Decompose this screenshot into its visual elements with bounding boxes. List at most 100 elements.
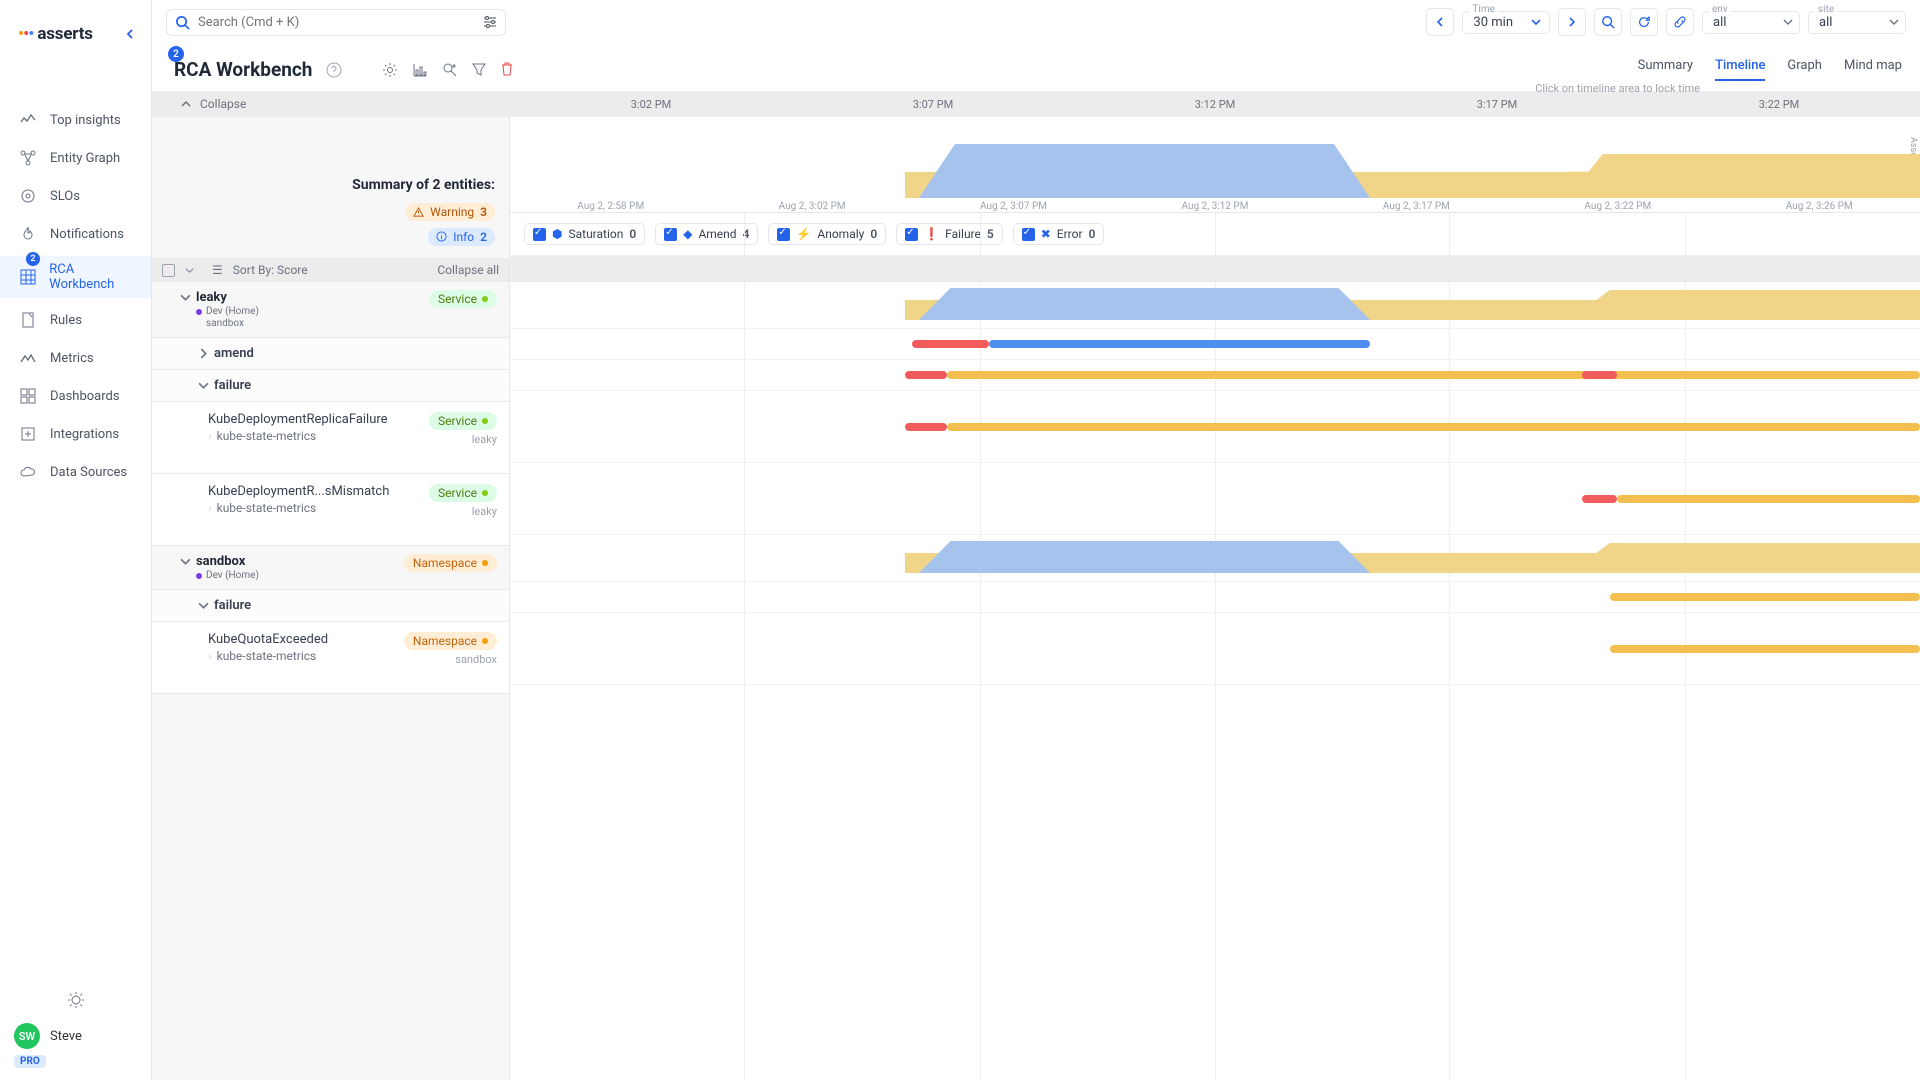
grid-icon [18,267,37,287]
filter-saturation[interactable]: ⬢Saturation0 [524,223,645,245]
track-leaky[interactable] [510,282,1920,329]
user-name: Steve [50,1029,82,1044]
select-all-checkbox[interactable] [162,264,175,277]
nav-metrics[interactable]: Metrics [0,342,151,374]
nav-rca-workbench[interactable]: 2RCA Workbench [0,256,151,298]
tab-mindmap[interactable]: Mind map [1844,58,1902,81]
sort-icon[interactable]: ☰ [212,263,223,277]
nav-label: RCA Workbench [49,262,139,292]
category-amend[interactable]: amend [152,338,509,370]
timeline-panel[interactable]: Asserts Score Aug 2, 2:58 PMAug 2, 3:02 … [510,117,1920,1080]
sort-label[interactable]: Sort By: Score [233,263,308,277]
chevron-down-icon[interactable] [185,266,194,275]
time-range-select[interactable]: Time 30 min [1462,11,1550,34]
theme-toggle[interactable] [67,991,85,1009]
sliders-icon[interactable] [483,15,497,29]
env-select[interactable]: envall [1702,11,1800,34]
settings-icon[interactable] [382,62,398,78]
track-amend[interactable] [510,329,1920,360]
chevron-down-icon[interactable] [180,556,196,567]
collapse-all-button[interactable]: Collapse all [437,263,499,277]
nav-data-sources[interactable]: Data Sources [0,456,151,488]
nav-label: Metrics [50,351,94,366]
chevron-down-icon[interactable] [180,292,196,303]
filter-error[interactable]: ✖Error0 [1013,223,1105,245]
time-prev-button[interactable] [1426,8,1454,36]
alert-row[interactable]: KubeDeploymentR...sMismatch›kube-state-m… [152,474,509,546]
entity-row-sandbox[interactable]: sandbox Dev (Home) Namespace [152,546,509,590]
primary-nav: Top insights Entity Graph SLOs Notificat… [0,60,151,973]
entity-row-leaky[interactable]: leaky Dev (Home) sandbox Service [152,282,509,338]
sort-row: ☰ Sort By: Score Collapse all [152,258,509,282]
nav-integrations[interactable]: Integrations [0,418,151,450]
nav-label: Data Sources [50,465,127,480]
track-alert[interactable] [510,463,1920,535]
spark-icon [18,110,38,130]
nav-slos[interactable]: SLOs [0,180,151,212]
time-next-button[interactable] [1558,8,1586,36]
inspect-icon[interactable] [442,62,458,78]
nav-label: Notifications [50,227,124,242]
track-alert[interactable] [510,391,1920,463]
entity-panel: Summary of 2 entities: Warning3 Info2 ☰ … [152,117,510,1080]
plan-badge: PRO [14,1055,46,1068]
cloud-icon [18,462,38,482]
search-icon [175,15,190,30]
nav-dashboards[interactable]: Dashboards [0,380,151,412]
nav-top-insights[interactable]: Top insights [0,104,151,136]
time-value: 30 min [1473,15,1513,30]
category-failure[interactable]: failure [152,590,509,622]
site-select[interactable]: siteall [1808,11,1906,34]
page-title: 2 RCA Workbench [174,58,312,81]
track-sandbox[interactable] [510,535,1920,582]
search-input[interactable] [198,15,475,30]
warning-pill[interactable]: Warning3 [405,203,495,221]
brand-logo: ••• asserts [18,24,93,44]
nav-notifications[interactable]: Notifications [0,218,151,250]
refresh-button[interactable] [1630,8,1658,36]
link-button[interactable] [1666,8,1694,36]
doc-icon [18,310,38,330]
plus-box-icon [18,424,38,444]
sidebar-collapse-button[interactable] [121,25,139,43]
filter-amend[interactable]: ◆Amend4 [655,223,758,245]
help-icon[interactable] [326,62,342,78]
track-failure[interactable] [510,582,1920,613]
track-failure[interactable] [510,360,1920,391]
tab-summary[interactable]: Summary [1638,58,1693,81]
line-icon [18,348,38,368]
filter-icon[interactable] [472,62,486,78]
user-menu[interactable]: SW Steve [14,1023,137,1049]
filter-chips: ⬢Saturation0 ◆Amend4 ⚡Anomaly0 ❗Failure5… [510,213,1920,256]
alert-row[interactable]: KubeDeploymentReplicaFailure›kube-state-… [152,402,509,474]
alert-row[interactable]: KubeQuotaExceeded›kube-state-metrics Nam… [152,622,509,694]
nav-rules[interactable]: Rules [0,304,151,336]
filter-anomaly[interactable]: ⚡Anomaly0 [768,223,886,245]
sidebar: ••• asserts Top insights Entity Graph SL… [0,0,152,1080]
namespace-chip: Namespace [404,554,497,572]
search-box[interactable] [166,9,506,36]
delete-icon[interactable] [500,62,514,78]
nav-entity-graph[interactable]: Entity Graph [0,142,151,174]
avatar: SW [14,1023,40,1049]
overview-chart[interactable]: Asserts Score Aug 2, 2:58 PMAug 2, 3:02 … [510,117,1920,213]
collapse-label[interactable]: Collapse [200,97,246,111]
chart-icon[interactable] [412,62,428,78]
nav-label: Entity Graph [50,151,120,166]
tab-graph[interactable]: Graph [1787,58,1822,81]
chevron-down-icon [1531,17,1541,27]
graph-icon [18,148,38,168]
info-pill[interactable]: Info2 [428,228,495,246]
target-icon [18,186,38,206]
service-chip: Service [429,484,497,502]
tab-timeline[interactable]: Timeline [1715,58,1765,81]
category-failure[interactable]: failure [152,370,509,402]
summary-title: Summary of 2 entities: [166,177,495,193]
chevron-up-icon[interactable] [180,98,192,110]
track-alert[interactable] [510,613,1920,685]
filter-failure[interactable]: ❗Failure5 [896,223,1003,245]
title-badge: 2 [168,46,184,62]
zoom-button[interactable] [1594,8,1622,36]
flame-icon [18,224,38,244]
nav-label: Top insights [50,113,121,128]
